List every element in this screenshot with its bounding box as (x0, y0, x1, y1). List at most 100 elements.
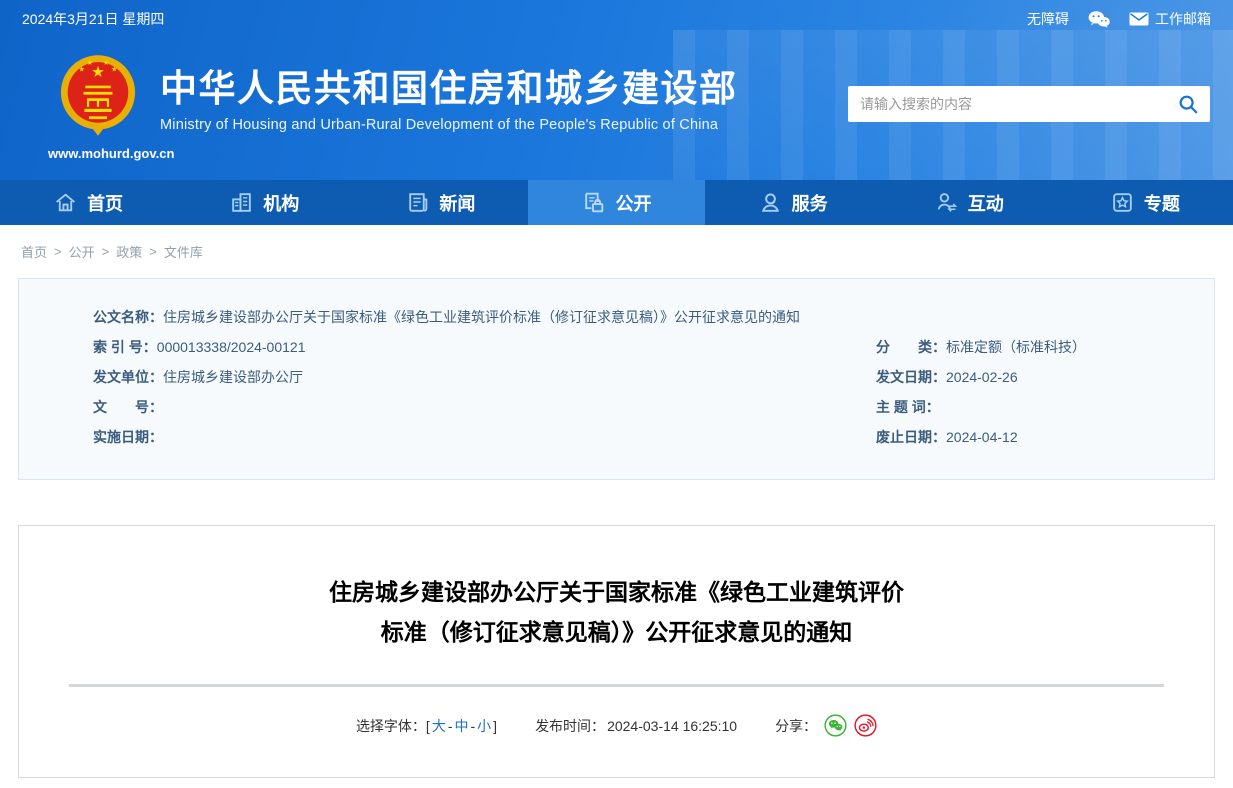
font-select-suffix: ] (493, 718, 497, 734)
breadcrumb-library: 文件库 (164, 242, 203, 261)
site-titles: 中华人民共和国住房和城乡建设部 Ministry of Housing and … (160, 68, 738, 133)
home-icon (53, 190, 78, 215)
doc-category-label: 分 类： (876, 339, 946, 355)
article-meta: 选择字体：[大 - 中 - 小] 发布时间：2024-03-14 16:25:1… (19, 714, 1214, 737)
svg-text:★: ★ (103, 58, 109, 67)
doc-repeal-date-label: 废止日期： (876, 429, 946, 445)
doc-issuer-label: 发文单位： (93, 369, 163, 385)
breadcrumb-separator: > (102, 244, 110, 259)
title-divider (69, 684, 1164, 687)
article-box: 住房城乡建设部办公厅关于国家标准《绿色工业建筑评价 标准（修订征求意见稿）》公开… (18, 525, 1215, 778)
doc-category-value: 标准定额（标准科技） (946, 339, 1086, 355)
doc-repeal-date-value: 2024-04-12 (946, 429, 1018, 445)
breadcrumb-policy[interactable]: 政策 (116, 242, 142, 261)
article-title-line1: 住房城乡建设部办公厅关于国家标准《绿色工业建筑评价 (19, 572, 1214, 612)
font-select-sep: - (471, 718, 476, 734)
site-url: www.mohurd.gov.cn (48, 146, 148, 161)
current-date: 2024年3月21日 星期四 (22, 9, 164, 29)
interaction-icon (934, 190, 959, 215)
accessibility-link[interactable]: 无障碍 (1027, 9, 1069, 29)
nav-label: 专题 (1144, 190, 1180, 216)
doc-number-label: 文 号： (93, 399, 163, 415)
nav-label: 机构 (263, 190, 299, 216)
envelope-icon (1129, 12, 1149, 26)
font-size-large[interactable]: 大 (432, 716, 446, 736)
font-size-medium[interactable]: 中 (455, 716, 469, 736)
nav-item-interaction[interactable]: 互动 (881, 180, 1057, 225)
topics-icon (1110, 190, 1135, 215)
wechat-icon[interactable] (1087, 10, 1111, 28)
publish-time-label: 发布时间： (535, 716, 605, 736)
site-logo: ★ ★ ★ ★ ★ www.mohurd.gov.cn (48, 52, 148, 161)
doc-effective-date-label: 实施日期： (93, 429, 163, 445)
doc-name-label: 公文名称： (93, 309, 163, 325)
search-button[interactable] (1166, 86, 1210, 122)
breadcrumb-separator: > (54, 244, 62, 259)
doc-category-row: 分 类：标准定额（标准科技） (876, 332, 1194, 362)
font-size-selector: 选择字体：[大 - 中 - 小] (356, 716, 497, 736)
nav-item-organization[interactable]: 机构 (176, 180, 352, 225)
document-info-box: 公文名称：住房城乡建设部办公厅关于国家标准《绿色工业建筑评价标准（修订征求意见稿… (18, 278, 1215, 480)
site-header: 2024年3月21日 星期四 无障碍 工 (0, 0, 1233, 180)
share-group: 分享： (775, 714, 877, 737)
nav-label: 互动 (968, 190, 1004, 216)
doc-index-row: 索 引 号：000013338/2024-00121 (93, 332, 876, 362)
banner: ★ ★ ★ ★ ★ www.mohurd.gov.cn 中华人民共和国住房和城乡… (0, 38, 1233, 180)
weibo-share-icon[interactable] (854, 714, 877, 737)
doc-index-value: 000013338/2024-00121 (157, 339, 306, 355)
doc-repeal-date-row: 废止日期：2024-04-12 (876, 422, 1194, 452)
accessibility-label: 无障碍 (1027, 9, 1069, 29)
site-title-cn: 中华人民共和国住房和城乡建设部 (160, 68, 738, 110)
national-emblem-icon: ★ ★ ★ ★ ★ (60, 52, 136, 140)
service-icon (758, 190, 783, 215)
doc-issue-date-value: 2024-02-26 (946, 369, 1018, 385)
news-icon (405, 190, 430, 215)
doc-keywords-row: 主 题 词： (876, 392, 1194, 422)
breadcrumb-disclosure[interactable]: 公开 (69, 242, 95, 261)
nav-label: 服务 (792, 190, 828, 216)
font-select-sep: - (448, 718, 453, 734)
breadcrumb-separator: > (149, 244, 157, 259)
main-nav: 首页 机构 新闻 公开 服务 (0, 180, 1233, 225)
publish-time-value: 2024-03-14 16:25:10 (607, 718, 737, 734)
doc-index-label: 索 引 号： (93, 339, 157, 355)
topbar: 2024年3月21日 星期四 无障碍 工 (0, 0, 1233, 38)
nav-label: 公开 (615, 190, 651, 216)
doc-issuer-value: 住房城乡建设部办公厅 (163, 369, 303, 385)
doc-name-row: 公文名称：住房城乡建设部办公厅关于国家标准《绿色工业建筑评价标准（修订征求意见稿… (93, 302, 1194, 332)
svg-text:★: ★ (87, 58, 93, 67)
nav-label: 首页 (87, 190, 123, 216)
doc-issue-date-label: 发文日期： (876, 369, 946, 385)
font-size-small[interactable]: 小 (477, 716, 491, 736)
doc-number-row: 文 号： (93, 392, 876, 422)
share-label: 分享： (775, 716, 817, 736)
breadcrumb: 首页 > 公开 > 政策 > 文件库 (0, 225, 1233, 261)
article-title-line2: 标准（修订征求意见稿）》公开征求意见的通知 (19, 612, 1214, 652)
breadcrumb-home[interactable]: 首页 (21, 242, 47, 261)
article-title: 住房城乡建设部办公厅关于国家标准《绿色工业建筑评价 标准（修订征求意见稿）》公开… (19, 572, 1214, 652)
nav-item-home[interactable]: 首页 (0, 180, 176, 225)
site-title-en: Ministry of Housing and Urban-Rural Deve… (160, 117, 738, 133)
doc-name-value: 住房城乡建设部办公厅关于国家标准《绿色工业建筑评价标准（修订征求意见稿）》公开征… (163, 309, 800, 325)
nav-item-service[interactable]: 服务 (705, 180, 881, 225)
search-bar (848, 86, 1210, 122)
search-icon (1177, 93, 1199, 115)
doc-issuer-row: 发文单位：住房城乡建设部办公厅 (93, 362, 876, 392)
work-email-label: 工作邮箱 (1155, 9, 1211, 29)
wechat-share-icon[interactable] (824, 714, 847, 737)
search-input[interactable] (848, 96, 1166, 112)
doc-effective-date-row: 实施日期： (93, 422, 876, 452)
publish-time: 发布时间：2024-03-14 16:25:10 (535, 716, 737, 736)
doc-keywords-label: 主 题 词： (876, 399, 940, 415)
svg-text:★: ★ (78, 65, 84, 74)
work-email-link[interactable]: 工作邮箱 (1129, 9, 1211, 29)
disclosure-icon (581, 190, 606, 215)
nav-item-disclosure[interactable]: 公开 (528, 180, 704, 225)
nav-item-topics[interactable]: 专题 (1057, 180, 1233, 225)
svg-text:★: ★ (111, 65, 117, 74)
nav-label: 新闻 (439, 190, 475, 216)
doc-issue-date-row: 发文日期：2024-02-26 (876, 362, 1194, 392)
organization-icon (229, 190, 254, 215)
font-select-prefix: 选择字体：[ (356, 716, 430, 736)
nav-item-news[interactable]: 新闻 (352, 180, 528, 225)
